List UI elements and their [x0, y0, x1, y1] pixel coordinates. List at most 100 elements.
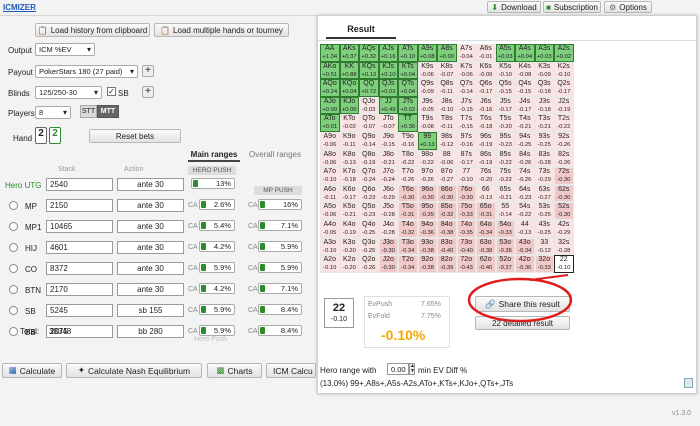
matrix-cell[interactable]: 64s -0.23 — [515, 184, 535, 203]
matrix-cell[interactable]: AQs +0.32 — [359, 44, 379, 62]
hero-range-input[interactable]: 0.00 — [387, 363, 409, 375]
matrix-cell[interactable]: A2s +0.02 — [554, 44, 574, 62]
matrix-cell[interactable]: 85o -0.32 — [437, 202, 457, 220]
push-range-bar[interactable]: 5.9% — [199, 262, 235, 273]
matrix-cell[interactable]: A2o -0.10 — [320, 255, 340, 273]
add-payout-icon[interactable]: + — [142, 65, 154, 77]
matrix-cell[interactable]: 97s -0.16 — [456, 132, 476, 150]
matrix-cell[interactable]: J5s -0.17 — [495, 96, 515, 115]
matrix-cell[interactable]: J3o -0.30 — [378, 237, 398, 256]
matrix-cell[interactable]: J6o -0.29 — [378, 184, 398, 203]
output-select[interactable]: ICM %EV — [35, 43, 95, 56]
matrix-cell[interactable]: Q4o -0.25 — [359, 220, 379, 238]
icm-calculator-button[interactable]: ICM Calcu — [266, 363, 316, 378]
tab-overall-ranges[interactable]: Overall ranges — [245, 150, 305, 162]
matrix-cell[interactable]: J7s -0.15 — [456, 96, 476, 115]
matrix-cell[interactable]: K6o -0.17 — [339, 184, 359, 203]
matrix-cell[interactable]: 82o -0.39 — [437, 255, 457, 273]
push-range-bar[interactable]: 16% — [258, 199, 302, 210]
matrix-cell[interactable]: 33 -0.12 — [534, 237, 554, 256]
matrix-cell[interactable]: 77 -0.10 — [456, 167, 476, 185]
action-field[interactable]: bb 280 — [117, 325, 184, 338]
matrix-cell[interactable]: 74s -0.26 — [515, 167, 535, 185]
matrix-cell[interactable]: A6o -0.11 — [320, 184, 340, 203]
matrix-cell[interactable]: 65s -0.21 — [495, 184, 515, 203]
matrix-cell[interactable]: 42s -0.29 — [554, 220, 574, 238]
reset-bets-button[interactable]: Reset bets — [89, 129, 181, 143]
copy-icon[interactable] — [684, 378, 693, 388]
matrix-cell[interactable]: 72o -0.43 — [456, 255, 476, 273]
stack-input[interactable]: 8372 — [46, 262, 113, 275]
charts-button[interactable]: ▩ Charts — [207, 363, 262, 378]
action-field[interactable]: ante 30 — [117, 283, 184, 296]
subscription-button[interactable]: ■ Subscription — [543, 1, 601, 13]
matrix-cell[interactable]: QQ +0.72 — [359, 79, 379, 97]
seat-radio[interactable] — [9, 201, 18, 210]
action-field[interactable]: ante 30 — [117, 241, 184, 254]
matrix-cell[interactable]: T8o -0.22 — [398, 149, 418, 168]
push-range-bar[interactable]: 5.9% — [258, 241, 302, 252]
load-multiple-button[interactable]: 📋 Load multiple hands or tourney — [154, 23, 289, 37]
matrix-cell[interactable]: J9o -0.15 — [378, 132, 398, 150]
matrix-cell[interactable]: KQs +0.13 — [359, 61, 379, 80]
hand-card-2[interactable]: 2 — [49, 127, 61, 144]
matrix-cell[interactable]: JTs +0.02 — [398, 96, 418, 115]
seat-radio[interactable] — [9, 285, 18, 294]
matrix-cell[interactable]: 73o -0.40 — [456, 237, 476, 256]
matrix-cell[interactable]: KJo +0.00 — [339, 96, 359, 115]
matrix-cell[interactable]: T7o -0.26 — [398, 167, 418, 185]
matrix-cell[interactable]: 76o -0.30 — [456, 184, 476, 203]
matrix-cell[interactable]: 97o -0.26 — [417, 167, 437, 185]
result-tab[interactable]: Result — [326, 24, 396, 39]
matrix-cell[interactable]: K3o -0.20 — [339, 237, 359, 256]
matrix-cell[interactable]: T3o -0.34 — [398, 237, 418, 256]
matrix-cell[interactable]: K8o -0.13 — [339, 149, 359, 168]
matrix-cell[interactable]: A4o -0.05 — [320, 220, 340, 238]
matrix-cell[interactable]: A9o -0.06 — [320, 132, 340, 150]
matrix-cell[interactable]: Q2s -0.17 — [554, 79, 574, 97]
matrix-cell[interactable]: K2o -0.20 — [339, 255, 359, 273]
matrix-cell[interactable]: QTo -0.07 — [359, 114, 379, 132]
matrix-cell[interactable]: T2s -0.22 — [554, 114, 574, 132]
matrix-cell[interactable]: K7o -0.18 — [339, 167, 359, 185]
matrix-cell[interactable]: Q7s -0.14 — [456, 79, 476, 97]
matrix-cell[interactable]: JTo -0.07 — [378, 114, 398, 132]
matrix-cell[interactable]: K9s -0.06 — [417, 61, 437, 80]
matrix-cell[interactable]: AKo +0.51 — [320, 61, 340, 80]
matrix-cell[interactable]: Q5s -0.15 — [495, 79, 515, 97]
matrix-cell[interactable]: KQo +0.04 — [339, 79, 359, 97]
matrix-cell[interactable]: K9o -0.11 — [339, 132, 359, 150]
matrix-cell[interactable]: 96s -0.19 — [476, 132, 496, 150]
matrix-cell[interactable]: 54o -0.33 — [495, 220, 515, 238]
matrix-cell[interactable]: T2o -0.34 — [398, 255, 418, 273]
matrix-cell[interactable]: 98s -0.12 — [437, 132, 457, 150]
matrix-cell[interactable]: T3s -0.21 — [534, 114, 554, 132]
matrix-cell[interactable]: T7s -0.15 — [456, 114, 476, 132]
push-range-bar[interactable]: 7.1% — [258, 220, 302, 231]
stack-input[interactable]: 2150 — [46, 199, 113, 212]
seat-radio[interactable] — [9, 327, 18, 336]
payout-select[interactable]: PokerStars 180 (27 paid) — [35, 65, 138, 78]
matrix-cell[interactable]: K5s -0.10 — [495, 61, 515, 80]
matrix-cell[interactable]: J5o -0.28 — [378, 202, 398, 220]
matrix-cell[interactable]: TT +0.36 — [398, 114, 418, 132]
matrix-cell[interactable]: K7s -0.06 — [456, 61, 476, 80]
matrix-cell[interactable]: AKs +0.37 — [339, 44, 359, 62]
matrix-cell[interactable]: 74o -0.35 — [456, 220, 476, 238]
matrix-cell[interactable]: QJo -0.03 — [359, 96, 379, 115]
matrix-cell[interactable]: Q8o -0.19 — [359, 149, 379, 168]
matrix-cell[interactable]: 42o -0.36 — [515, 255, 535, 273]
matrix-cell[interactable]: T9o -0.16 — [398, 132, 418, 150]
matrix-cell[interactable]: J4s -0.17 — [515, 96, 535, 115]
matrix-cell[interactable]: KTs +0.04 — [398, 61, 418, 80]
matrix-cell[interactable]: K6s -0.09 — [476, 61, 496, 80]
matrix-cell[interactable]: Q9s -0.09 — [417, 79, 437, 97]
matrix-cell[interactable]: J4o -0.28 — [378, 220, 398, 238]
matrix-cell[interactable]: 65o -0.31 — [476, 202, 496, 220]
matrix-cell[interactable]: JJ +0.49 — [378, 96, 398, 115]
action-field[interactable]: ante 30 — [117, 262, 184, 275]
tab-main-ranges[interactable]: Main ranges — [188, 150, 240, 162]
matrix-cell[interactable]: Q4s -0.15 — [515, 79, 535, 97]
matrix-cell[interactable]: 84o -0.38 — [437, 220, 457, 238]
matrix-cell[interactable]: 62s -0.30 — [554, 184, 574, 203]
